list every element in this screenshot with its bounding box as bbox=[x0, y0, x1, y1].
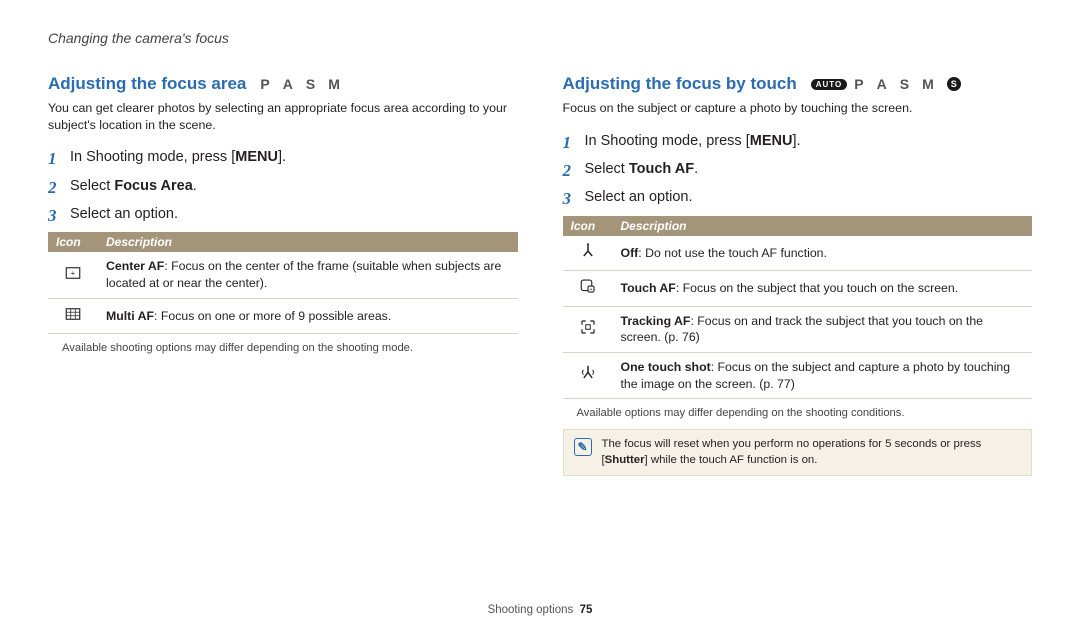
one-touch-shot-icon bbox=[578, 364, 598, 382]
svg-text:+: + bbox=[589, 287, 592, 293]
tracking-af-icon bbox=[578, 318, 598, 336]
mode-a: A bbox=[877, 76, 893, 92]
mode-indicators: P A S M bbox=[260, 76, 345, 92]
col-header-desc: Description bbox=[613, 216, 1033, 236]
intro-text: Focus on the subject or capture a photo … bbox=[563, 100, 1033, 117]
heading-text: Adjusting the focus area bbox=[48, 74, 246, 94]
table-row: Tracking AF: Focus on and track the subj… bbox=[563, 306, 1033, 352]
opt-name: Touch AF bbox=[621, 281, 676, 295]
section-title-focus-area: Adjusting the focus area P A S M bbox=[48, 74, 518, 94]
step-text: . bbox=[193, 178, 197, 194]
mode-m: M bbox=[328, 76, 346, 92]
off-icon bbox=[578, 242, 598, 260]
step-text: ]. bbox=[792, 133, 800, 149]
footnote: Available options may differ depending o… bbox=[563, 407, 1033, 419]
cell-desc: Center AF: Focus on the center of the fr… bbox=[98, 252, 518, 298]
mode-m: M bbox=[922, 76, 940, 92]
multi-af-icon bbox=[63, 305, 83, 323]
table-row: One touch shot: Focus on the subject and… bbox=[563, 353, 1033, 399]
section-title-touch: Adjusting the focus by touch AUTO P A S … bbox=[563, 74, 1033, 94]
center-af-icon: + bbox=[63, 264, 83, 282]
footer-section: Shooting options bbox=[488, 604, 574, 616]
options-table-focus-area: Icon Description + Center AF: Focus on t… bbox=[48, 232, 518, 334]
left-column: Adjusting the focus area P A S M You can… bbox=[48, 74, 518, 476]
touch-af-icon: + bbox=[578, 277, 598, 295]
step-text: In Shooting mode, press [ bbox=[585, 133, 750, 149]
table-row: + Touch AF: Focus on the subject that yo… bbox=[563, 271, 1033, 307]
steps-list: In Shooting mode, press [MENU]. Select F… bbox=[48, 147, 518, 224]
two-column-layout: Adjusting the focus area P A S M You can… bbox=[48, 74, 1032, 476]
footnote: Available shooting options may differ de… bbox=[48, 342, 518, 354]
mode-s: S bbox=[306, 76, 321, 92]
step-text: In Shooting mode, press [ bbox=[70, 149, 235, 165]
menu-button-label: MENU bbox=[235, 149, 278, 165]
step-text: Select bbox=[585, 161, 629, 177]
opt-text: : Focus on one or more of 9 possible are… bbox=[154, 309, 391, 323]
opt-name: Off bbox=[621, 246, 639, 260]
step-3: Select an option. bbox=[563, 187, 1033, 207]
step-text: ]. bbox=[278, 149, 286, 165]
menu-button-label: MENU bbox=[750, 133, 793, 149]
mode-p: P bbox=[260, 76, 275, 92]
mode-indicators: AUTO P A S M S bbox=[811, 76, 961, 92]
right-column: Adjusting the focus by touch AUTO P A S … bbox=[563, 74, 1033, 476]
cell-desc: Multi AF: Focus on one or more of 9 poss… bbox=[98, 298, 518, 334]
svg-text:+: + bbox=[71, 268, 76, 277]
step-bold: Focus Area bbox=[114, 178, 192, 194]
cell-desc: One touch shot: Focus on the subject and… bbox=[613, 353, 1033, 399]
mode-auto-badge: AUTO bbox=[811, 79, 848, 90]
options-table-touch: Icon Description Off: Do not use the tou… bbox=[563, 216, 1033, 400]
opt-name: Center AF bbox=[106, 259, 164, 273]
cell-desc: Touch AF: Focus on the subject that you … bbox=[613, 271, 1033, 307]
table-row: + Center AF: Focus on the center of the … bbox=[48, 252, 518, 298]
opt-text: : Focus on the subject that you touch on… bbox=[676, 281, 958, 295]
col-header-icon: Icon bbox=[48, 232, 98, 252]
note-icon: ✎ bbox=[574, 438, 592, 456]
step-3: Select an option. bbox=[48, 204, 518, 224]
opt-name: Tracking AF bbox=[621, 314, 691, 328]
cell-desc: Off: Do not use the touch AF function. bbox=[613, 236, 1033, 271]
col-header-desc: Description bbox=[98, 232, 518, 252]
intro-text: You can get clearer photos by selecting … bbox=[48, 100, 518, 133]
opt-name: Multi AF bbox=[106, 309, 154, 323]
col-header-icon: Icon bbox=[563, 216, 613, 236]
mode-s: S bbox=[900, 76, 915, 92]
mode-p: P bbox=[854, 76, 869, 92]
note-post: ] while the touch AF function is on. bbox=[645, 454, 818, 466]
footer-page-number: 75 bbox=[580, 604, 593, 616]
mode-s-badge: S bbox=[947, 77, 961, 91]
step-text: Select bbox=[70, 178, 114, 194]
step-2: Select Focus Area. bbox=[48, 176, 518, 196]
note-bold: Shutter bbox=[605, 454, 645, 466]
cell-desc: Tracking AF: Focus on and track the subj… bbox=[613, 306, 1033, 352]
step-text: . bbox=[694, 161, 698, 177]
step-2: Select Touch AF. bbox=[563, 159, 1033, 179]
table-row: Multi AF: Focus on one or more of 9 poss… bbox=[48, 298, 518, 334]
note-callout: ✎ The focus will reset when you perform … bbox=[563, 429, 1033, 476]
page-footer: Shooting options 75 bbox=[0, 604, 1080, 616]
step-1: In Shooting mode, press [MENU]. bbox=[563, 131, 1033, 151]
note-text: The focus will reset when you perform no… bbox=[602, 437, 1022, 468]
opt-text: : Do not use the touch AF function. bbox=[638, 246, 827, 260]
page-header: Changing the camera's focus bbox=[48, 30, 1032, 46]
opt-text: : Focus on the center of the frame (suit… bbox=[106, 259, 501, 290]
mode-a: A bbox=[283, 76, 299, 92]
opt-name: One touch shot bbox=[621, 360, 711, 374]
step-1: In Shooting mode, press [MENU]. bbox=[48, 147, 518, 167]
heading-text: Adjusting the focus by touch bbox=[563, 74, 797, 94]
table-row: Off: Do not use the touch AF function. bbox=[563, 236, 1033, 271]
step-bold: Touch AF bbox=[629, 161, 694, 177]
steps-list: In Shooting mode, press [MENU]. Select T… bbox=[563, 131, 1033, 208]
